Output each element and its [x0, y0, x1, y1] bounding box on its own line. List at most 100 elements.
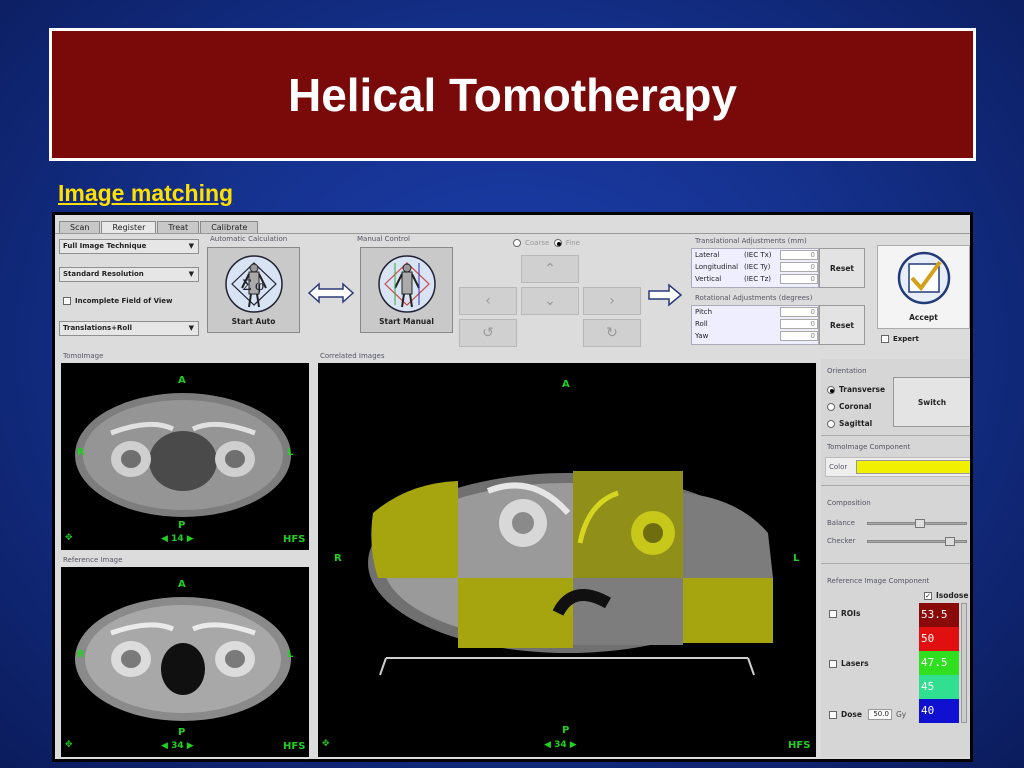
- tomo-component-label: TomoImage Component: [827, 443, 911, 451]
- rois-checkbox[interactable]: ROIs: [829, 609, 860, 618]
- checkbox-box[interactable]: ✓: [924, 592, 932, 600]
- isodose-level-4[interactable]: 45: [919, 675, 959, 699]
- checkbox-box[interactable]: [881, 335, 889, 343]
- start-manual-button[interactable]: Start Manual: [360, 247, 453, 333]
- corr-position-label: HFS: [788, 740, 811, 751]
- manual-control-label: Manual Control: [357, 235, 410, 243]
- checkbox-box[interactable]: [829, 710, 837, 719]
- svg-text:φ: φ: [255, 279, 264, 294]
- pitch-input[interactable]: 0: [780, 307, 818, 317]
- isodose-level-5[interactable]: 40: [919, 699, 959, 723]
- lasers-checkbox[interactable]: Lasers: [829, 659, 869, 668]
- move-icon[interactable]: ✥: [322, 739, 330, 749]
- transform-select[interactable]: Translations+Roll ▼: [59, 321, 199, 336]
- accept-button[interactable]: Accept: [877, 245, 970, 329]
- translational-reset-button[interactable]: Reset: [819, 248, 865, 288]
- tomo-posterior-label: P: [178, 520, 186, 531]
- roll-input[interactable]: 0: [780, 319, 818, 329]
- coarse-radio[interactable]: [513, 239, 521, 247]
- balance-slider[interactable]: [867, 519, 967, 528]
- ref-slice-nav[interactable]: ◀ 34 ▶: [161, 741, 194, 751]
- transverse-radio[interactable]: [827, 386, 835, 394]
- incomplete-fov-checkbox[interactable]: Incomplete Field of View: [63, 297, 173, 305]
- rotational-reset-button[interactable]: Reset: [819, 305, 865, 345]
- rotate-ccw-button[interactable]: ↺: [459, 319, 517, 347]
- sagittal-radio[interactable]: [827, 420, 835, 428]
- technique-select[interactable]: Full Image Technique ▼: [59, 239, 199, 254]
- tab-divider: [55, 233, 970, 234]
- rois-label: ROIs: [841, 609, 861, 618]
- dose-label: Dose: [841, 710, 862, 719]
- orientation-sagittal[interactable]: Sagittal: [827, 415, 885, 432]
- ref-left-label: L: [287, 649, 294, 660]
- coronal-radio[interactable]: [827, 403, 835, 411]
- pitch-label: Pitch: [695, 308, 713, 316]
- checkbox-box[interactable]: [63, 297, 71, 305]
- checker-label: Checker: [827, 537, 856, 545]
- app-inner: Scan Register Treat Calibrate Full Image…: [55, 215, 970, 759]
- tab-calibrate[interactable]: Calibrate: [200, 221, 259, 233]
- arrow-left-icon: ‹: [485, 293, 491, 309]
- move-icon[interactable]: ✥: [65, 740, 73, 750]
- isodose-scrollbar[interactable]: [961, 603, 967, 723]
- auto-registration-icon: Σ φ: [224, 255, 283, 313]
- checkmark-icon: [897, 251, 951, 305]
- arrow-left-button[interactable]: ‹: [459, 287, 517, 315]
- balance-label: Balance: [827, 519, 855, 527]
- dose-value-input[interactable]: 50.0: [867, 709, 892, 720]
- tomo-slice-nav[interactable]: ◀ 14 ▶: [161, 534, 194, 544]
- rotate-cw-button[interactable]: ↻: [583, 319, 641, 347]
- tab-treat[interactable]: Treat: [157, 221, 200, 233]
- arrow-up-button[interactable]: ⌃: [521, 255, 579, 283]
- resolution-select[interactable]: Standard Resolution ▼: [59, 267, 199, 282]
- translational-label: Translational Adjustments (mm): [695, 237, 807, 245]
- vertical-unit: (IEC Tz): [744, 275, 772, 283]
- dose-checkbox[interactable]: Dose 50.0 Gy: [829, 709, 906, 720]
- isodose-level-1[interactable]: 53.5: [919, 603, 959, 627]
- checker-slider[interactable]: [867, 537, 967, 546]
- dose-unit: Gy: [895, 710, 907, 719]
- longitudinal-row: Longitudinal (IEC Ty) 0: [692, 261, 818, 273]
- fine-radio[interactable]: [553, 239, 562, 247]
- tomo-panel-label: TomoImage: [63, 352, 104, 360]
- slide-title: Helical Tomotherapy: [287, 68, 738, 121]
- checkbox-box[interactable]: [829, 660, 837, 668]
- isodose-label: Isodose: [936, 591, 969, 600]
- chevron-down-icon: ▼: [188, 324, 194, 332]
- correlated-image-panel[interactable]: A R L P ◀ 34 ▶ HFS ✥: [318, 363, 816, 757]
- tab-scan[interactable]: Scan: [59, 221, 101, 233]
- arrow-down-button[interactable]: ⌄: [521, 287, 579, 315]
- isodose-checkbox[interactable]: ✓ Isodose: [924, 591, 968, 600]
- longitudinal-input[interactable]: 0: [780, 262, 818, 272]
- orientation-coronal[interactable]: Coronal: [827, 398, 885, 415]
- vertical-input[interactable]: 0: [780, 274, 818, 284]
- tomo-image-panel[interactable]: A R L P ◀ 14 ▶ HFS ✥: [61, 363, 309, 550]
- accept-label: Accept: [909, 313, 938, 322]
- expert-checkbox[interactable]: Expert: [881, 335, 919, 343]
- tab-bar: Scan Register Treat Calibrate: [59, 221, 259, 233]
- tomo-color-row: Color: [825, 457, 970, 477]
- corr-slice-nav[interactable]: ◀ 34 ▶: [544, 740, 577, 750]
- tab-register[interactable]: Register: [101, 221, 157, 233]
- divider: [821, 435, 970, 436]
- corr-posterior-label: P: [562, 725, 570, 736]
- orientation-transverse[interactable]: Transverse: [827, 381, 885, 398]
- correlated-checkerboard-image: [368, 471, 773, 676]
- checkbox-box[interactable]: [829, 610, 837, 618]
- balance-slider-thumb[interactable]: [914, 519, 925, 528]
- reference-image-panel[interactable]: A R L P ◀ 34 ▶ HFS ✥: [61, 567, 309, 757]
- lateral-input[interactable]: 0: [780, 250, 818, 260]
- transform-select-value: Translations+Roll: [63, 324, 133, 332]
- start-auto-button[interactable]: Σ φ Start Auto: [207, 247, 300, 333]
- isodose-level-2[interactable]: 50: [919, 627, 959, 651]
- incomplete-fov-label: Incomplete Field of View: [75, 297, 173, 305]
- yaw-input[interactable]: 0: [780, 331, 818, 341]
- color-swatch[interactable]: [856, 460, 970, 474]
- arrow-right-button[interactable]: ›: [583, 287, 641, 315]
- checker-slider-thumb[interactable]: [944, 537, 955, 546]
- switch-button[interactable]: Switch: [893, 377, 970, 427]
- move-icon[interactable]: ✥: [65, 533, 73, 543]
- isodose-level-3[interactable]: 47.5: [919, 651, 959, 675]
- composition-label: Composition: [827, 499, 871, 507]
- right-control-column: Orientation Transverse Coronal Sagittal …: [821, 359, 970, 757]
